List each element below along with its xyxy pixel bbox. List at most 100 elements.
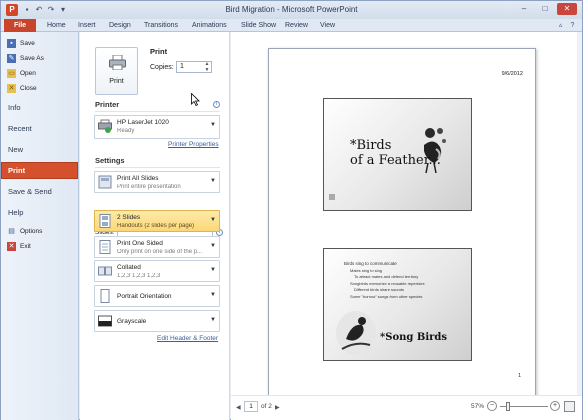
print-layout-dropdown[interactable]: 2 Slides Handouts (2 slides per page) ▼ (94, 210, 220, 232)
copies-label: Copies: (150, 64, 174, 71)
speaker-icon (329, 194, 335, 200)
nav-recent[interactable]: Recent (1, 120, 78, 137)
tab-view[interactable]: View (320, 20, 335, 31)
mouse-cursor-icon (191, 93, 200, 106)
page-number-input[interactable]: 1 (244, 401, 258, 412)
print-range-label: Print All Slides (117, 175, 159, 182)
page-number: 1 (518, 373, 521, 379)
printer-icon (98, 119, 112, 133)
chevron-down-icon: ▼ (210, 267, 216, 273)
close-button[interactable]: ✕ (557, 3, 577, 15)
close-file-icon: ✕ (7, 84, 16, 93)
chevron-down-icon: ▼ (210, 317, 216, 323)
chevron-down-icon: ▼ (210, 292, 216, 298)
nav-exit-label: Exit (20, 243, 31, 250)
print-button[interactable]: Print (95, 47, 138, 95)
zoom-out-button[interactable]: − (487, 401, 497, 411)
tab-insert[interactable]: Insert (78, 20, 96, 31)
nav-new[interactable]: New (1, 141, 78, 158)
songbird-graphic (336, 311, 376, 355)
nav-help[interactable]: Help (1, 204, 78, 221)
zoom-to-page-icon[interactable] (564, 401, 575, 412)
print-heading: Print (150, 47, 168, 56)
nav-save-as[interactable]: ✎ Save As (7, 53, 77, 65)
preview-page: 9/6/2012 *Birds of a Feather... Birds si… (268, 48, 536, 402)
slide2-title: *Song Birds (380, 332, 448, 343)
collation-dropdown[interactable]: Collated 1,2,3 1,2,3 1,2,3 ▼ (94, 260, 220, 282)
help-icon[interactable]: ? (568, 21, 577, 30)
nav-info[interactable]: Info (1, 99, 78, 116)
nav-options-label: Options (20, 228, 43, 235)
tab-slide-show[interactable]: Slide Show (241, 20, 276, 31)
vertical-scrollbar[interactable] (577, 32, 582, 395)
nav-print[interactable]: Print (1, 162, 78, 179)
print-button-label: Print (109, 78, 124, 85)
tab-design[interactable]: Design (109, 20, 131, 31)
print-layout-desc: Handouts (2 slides per page) (117, 223, 195, 229)
print-preview-pane: 9/6/2012 *Birds of a Feather... Birds si… (191, 32, 582, 420)
slide1-title-line2: of a Feather... (350, 153, 441, 168)
nav-close-label: Close (20, 85, 37, 92)
grayscale-icon (98, 315, 112, 327)
page-date: 9/6/2012 (501, 71, 523, 77)
previous-page-icon[interactable]: ◀ (236, 404, 241, 411)
tab-transitions[interactable]: Transitions (144, 20, 178, 31)
next-page-icon[interactable]: ▶ (275, 404, 280, 411)
preview-footer: ◀ 1 of 2 ▶ 57% − + (231, 395, 582, 420)
nav-save-send[interactable]: Save & Send (1, 183, 78, 200)
page-count-label: of 2 (261, 403, 272, 410)
zoom-in-button[interactable]: + (550, 401, 560, 411)
one-sided-icon (99, 240, 111, 254)
slide-thumbnail-2: Birds sing to communicate Males sing to … (323, 248, 472, 361)
chevron-down-icon: ▼ (210, 217, 216, 223)
nav-options[interactable]: ▤ Options (7, 226, 77, 238)
nav-save[interactable]: ▪ Save (7, 38, 77, 50)
nav-open[interactable]: ▭ Open (7, 68, 77, 80)
open-folder-icon: ▭ (7, 69, 16, 78)
print-sides-desc: Only print on one side of the p... (117, 249, 203, 255)
save-icon: ▪ (7, 39, 16, 48)
slide-thumbnail-1: *Birds of a Feather... (323, 98, 472, 211)
divider (95, 111, 220, 112)
slide2-bullet: Songbirds memorize a reusable repertoire (350, 281, 425, 286)
color-dropdown[interactable]: Grayscale ▼ (94, 310, 220, 332)
slides-icon (98, 175, 112, 189)
settings-heading: Settings (95, 156, 125, 165)
print-sides-dropdown[interactable]: Print One Sided Only print on one side o… (94, 236, 220, 258)
zoom-slider-thumb[interactable] (506, 402, 510, 411)
printer-status: Ready (117, 128, 135, 134)
tab-file[interactable]: File (4, 19, 36, 32)
printer-dropdown[interactable]: HP LaserJet 1020 Ready ▼ (94, 115, 220, 139)
print-sides-label: Print One Sided (117, 240, 163, 247)
chevron-down-icon: ▼ (210, 243, 216, 249)
printer-name: HP LaserJet 1020 (117, 119, 169, 126)
zoom-percent[interactable]: 57% (471, 403, 484, 410)
nav-save-label: Save (20, 40, 35, 47)
window-title: Bird Migration - Microsoft PowerPoint (225, 5, 358, 14)
print-range-dropdown[interactable]: Print All Slides Print entire presentati… (94, 171, 220, 193)
minimize-button[interactable]: – (514, 3, 534, 15)
info-icon[interactable]: i (213, 101, 220, 108)
slide2-bullet: Different birds share sounds (354, 287, 404, 292)
edit-header-footer-link[interactable]: Edit Header & Footer (157, 335, 218, 342)
slide2-bullet: To attract mates and defend territory (354, 274, 419, 279)
nav-exit[interactable]: ✕ Exit (7, 241, 77, 253)
printer-heading: Printer (95, 100, 120, 109)
handout-icon (99, 214, 111, 228)
tab-review[interactable]: Review (285, 20, 308, 31)
options-icon: ▤ (8, 228, 15, 235)
save-as-icon: ✎ (7, 54, 16, 63)
backstage-nav: ▪ Save ✎ Save As ▭ Open ✕ Close Info Rec… (1, 32, 79, 420)
tab-animations[interactable]: Animations (192, 20, 227, 31)
minimize-ribbon-icon[interactable]: ▵ (556, 21, 565, 30)
chevron-down-icon: ▼ (210, 122, 216, 128)
tab-home[interactable]: Home (47, 20, 66, 31)
collation-label: Collated (117, 264, 141, 271)
maximize-button[interactable]: □ (535, 3, 555, 15)
orientation-dropdown[interactable]: Portrait Orientation ▼ (94, 285, 220, 307)
printer-properties-link[interactable]: Printer Properties (168, 141, 219, 148)
print-settings-panel: Print Print Copies: 1 ▲ ▼ Printer i HP La… (80, 32, 230, 420)
print-layout-label: 2 Slides (117, 214, 141, 221)
nav-close[interactable]: ✕ Close (7, 83, 77, 95)
copies-spinner[interactable]: ▲ ▼ (203, 61, 211, 73)
